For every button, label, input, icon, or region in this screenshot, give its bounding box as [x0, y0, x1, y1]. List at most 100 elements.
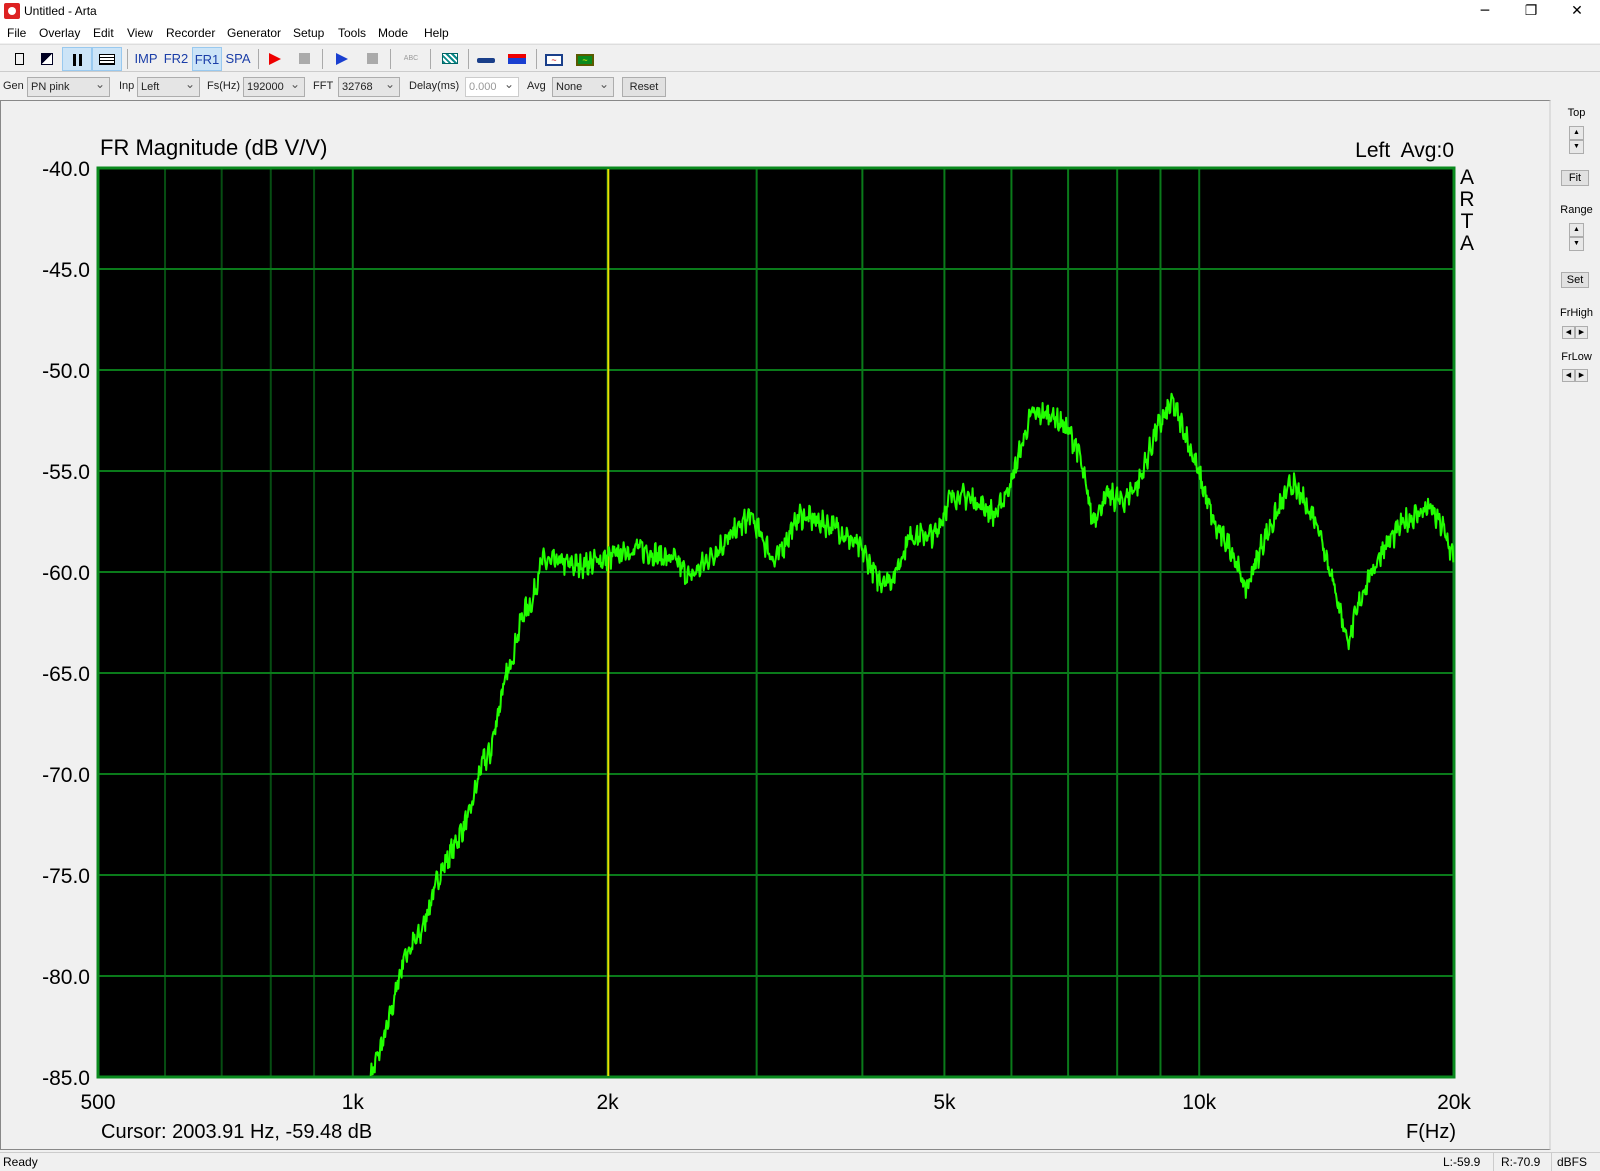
y-tick-label: -85.0: [42, 1067, 90, 1090]
generator-select[interactable]: PN pink: [27, 77, 110, 97]
restore-button[interactable]: ❐: [1508, 0, 1554, 22]
play-blue-icon: [336, 53, 348, 65]
delay-input[interactable]: 0.000: [465, 77, 519, 97]
fr1-mode-button[interactable]: FR1: [192, 47, 222, 71]
channel-info: Left Avg:0: [1355, 139, 1454, 162]
hatch-icon: [442, 53, 458, 64]
frhigh-right-button[interactable]: ▶: [1575, 326, 1588, 339]
probe-button[interactable]: [474, 47, 498, 71]
y-tick-label: -75.0: [42, 865, 90, 888]
watermark-letter: A: [1459, 166, 1474, 189]
abc-button[interactable]: ABC: [398, 47, 424, 71]
waveform-icon: ~: [545, 54, 563, 66]
level-units: dBFS: [1557, 1155, 1588, 1169]
plot-background: [98, 168, 1454, 1077]
arta-watermark: A R T A: [1459, 167, 1475, 255]
minimize-button[interactable]: ─: [1462, 0, 1508, 22]
menu-edit[interactable]: Edit: [93, 26, 114, 40]
menu-view[interactable]: View: [127, 26, 153, 40]
watermark-letter: T: [1460, 210, 1474, 233]
frlow-right-button[interactable]: ▶: [1575, 369, 1588, 382]
sample-rate-select[interactable]: 192000: [243, 77, 305, 97]
settings-bar: Gen PN pink Inp Left Fs(Hz) 192000 FFT 3…: [0, 73, 1600, 100]
stop-record-button[interactable]: [292, 47, 316, 71]
top-down-button[interactable]: ▼: [1569, 140, 1584, 154]
y-tick-label: -50.0: [42, 360, 90, 383]
x-tick-label: 2k: [596, 1091, 619, 1114]
pause-icon: [72, 54, 82, 66]
cursor-readout: Cursor: 2003.91 Hz, -59.48 dB: [101, 1121, 373, 1143]
y-tick-label: -70.0: [42, 764, 90, 787]
menu-file[interactable]: File: [7, 26, 26, 40]
watermark-letter: A: [1459, 232, 1474, 255]
fs-label: Fs(Hz): [207, 80, 240, 92]
waveform-green-icon: ~: [576, 54, 594, 66]
stop-icon: [366, 53, 378, 64]
stop-icon: [298, 53, 310, 64]
frhigh-left-button[interactable]: ◀: [1562, 326, 1575, 339]
right-level: R:-70.9: [1501, 1155, 1541, 1169]
fft-label: FFT: [313, 80, 334, 92]
close-button[interactable]: ✕: [1554, 0, 1600, 22]
fit-button[interactable]: Fit: [1561, 170, 1589, 186]
input-select[interactable]: Left: [137, 77, 200, 97]
menu-recorder[interactable]: Recorder: [166, 26, 215, 40]
new-file-button[interactable]: [8, 47, 30, 71]
play-red-icon: [269, 53, 281, 65]
y-tick-label: -65.0: [42, 663, 90, 686]
fr2-mode-button[interactable]: FR2: [161, 47, 191, 71]
pause-button[interactable]: [62, 47, 92, 71]
reset-button[interactable]: Reset: [622, 77, 666, 97]
spa-mode-button[interactable]: SPA: [223, 47, 253, 71]
menu-overlay[interactable]: Overlay: [39, 26, 80, 40]
app-icon: [4, 3, 20, 19]
probe-icon: [477, 58, 495, 63]
generator-play-button[interactable]: [330, 47, 354, 71]
copy-button[interactable]: [36, 47, 58, 71]
y-tick-label: -60.0: [42, 562, 90, 585]
signal-monitor-button[interactable]: ~: [573, 47, 597, 71]
inp-label: Inp: [119, 80, 135, 92]
calibrate-button[interactable]: [438, 47, 462, 71]
fft-size-select[interactable]: 32768: [338, 77, 400, 97]
oscilloscope-button[interactable]: ~: [542, 47, 566, 71]
set-button[interactable]: Set: [1561, 272, 1589, 288]
gen-label: Gen: [3, 80, 24, 92]
range-down-button[interactable]: ▼: [1569, 237, 1584, 251]
watermark-letter: R: [1459, 188, 1475, 211]
x-tick-label: 10k: [1182, 1091, 1216, 1114]
top-up-button[interactable]: ▲: [1569, 126, 1584, 140]
y-tick-label: -40.0: [42, 158, 90, 181]
y-tick-label: -80.0: [42, 966, 90, 989]
delay-label: Delay(ms): [409, 80, 460, 92]
x-tick-label: 5k: [933, 1091, 956, 1114]
menu-mode[interactable]: Mode: [378, 26, 408, 40]
frhigh-label: FrHigh: [1559, 307, 1593, 319]
document-icon: [14, 53, 24, 65]
range-label: Range: [1560, 204, 1593, 216]
window-title: Untitled - Arta: [24, 4, 97, 18]
generator-stop-button[interactable]: [360, 47, 384, 71]
toolbar: IMP FR2 FR1 SPA ABC ~ ~: [0, 44, 1600, 72]
spectrum-button[interactable]: [505, 47, 529, 71]
imp-mode-button[interactable]: IMP: [132, 47, 160, 71]
spectrum-icon: [508, 54, 526, 64]
grid-view-button[interactable]: [92, 47, 122, 71]
menu-help[interactable]: Help: [424, 26, 449, 40]
right-panel: Top ▲ ▼ Fit Range ▲ ▼ Set FrHigh ◀ ▶ FrL…: [1553, 100, 1600, 1150]
y-tick-label: -45.0: [42, 259, 90, 282]
title-bar: Untitled - Arta ─ ❐ ✕: [0, 0, 1600, 23]
fr-magnitude-chart[interactable]: -40.0 -45.0 -50.0 -55.0 -60.0 -65.0 -70.0 -75.0…: [1, 101, 1550, 1149]
menu-generator[interactable]: Generator: [227, 26, 281, 40]
chart-title: FR Magnitude (dB V/V): [100, 135, 328, 160]
frlow-label: FrLow: [1561, 351, 1592, 363]
range-up-button[interactable]: ▲: [1569, 223, 1584, 237]
average-select[interactable]: None: [552, 77, 614, 97]
status-bar: Ready L:-59.9 R:-70.9 dBFS: [0, 1152, 1600, 1171]
plot-area[interactable]: -40.0 -45.0 -50.0 -55.0 -60.0 -65.0 -70.0 -75.0…: [0, 100, 1551, 1150]
record-button[interactable]: [263, 47, 287, 71]
frlow-left-button[interactable]: ◀: [1562, 369, 1575, 382]
menu-tools[interactable]: Tools: [338, 26, 366, 40]
menu-bar: File Overlay Edit View Recorder Generato…: [0, 23, 1600, 43]
menu-setup[interactable]: Setup: [293, 26, 324, 40]
